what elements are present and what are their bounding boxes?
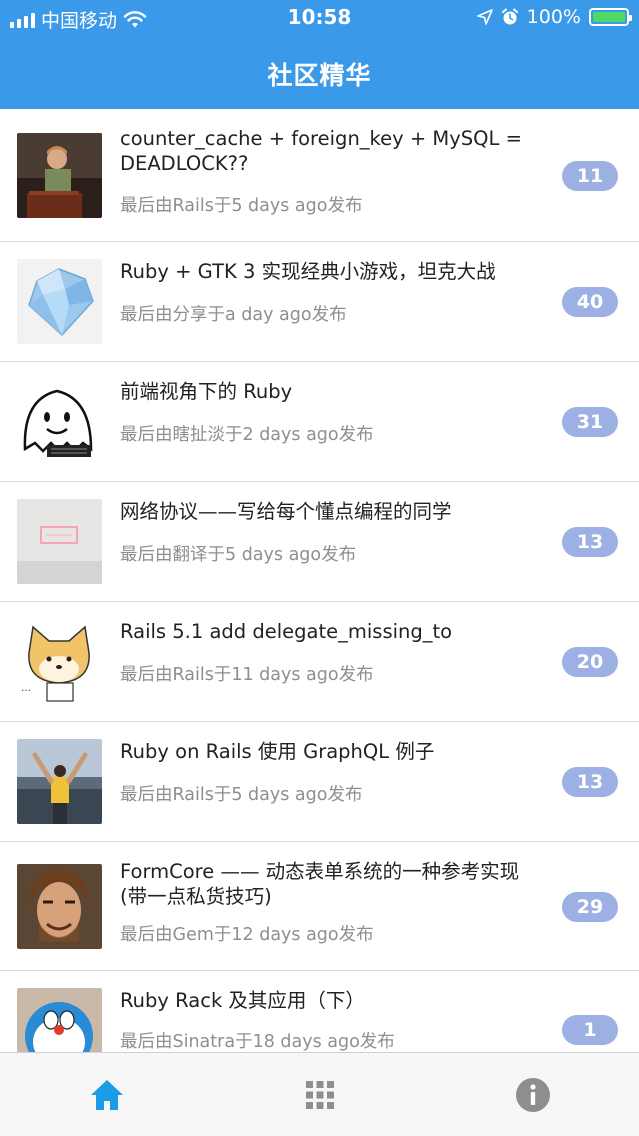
topic-row[interactable]: Ruby + GTK 3 实现经典小游戏，坦克大战 最后由分享于a day ag…	[0, 242, 639, 362]
topic-title[interactable]: counter_cache + foreign_key + MySQL = DE…	[120, 126, 545, 176]
topic-meta: 最后由分享于a day ago发布	[120, 305, 347, 325]
speaker-photo-image	[17, 133, 102, 218]
reply-count-badge: 40	[562, 287, 618, 317]
tab-bar	[0, 1052, 639, 1136]
page-title: 社区精华	[267, 61, 372, 90]
info-icon	[515, 1078, 550, 1112]
painted-portrait-image	[17, 864, 102, 949]
tab-home[interactable]	[0, 1053, 213, 1136]
avatar[interactable]	[17, 133, 102, 218]
topic-title[interactable]: Ruby Rack 及其应用（下）	[120, 988, 545, 1013]
doraemon-image	[17, 988, 102, 1052]
reply-count-badge: 20	[562, 647, 618, 677]
reply-count-badge: 1	[562, 1015, 618, 1045]
status-bar: 中国移动 10:58 100%	[0, 0, 639, 36]
topic-meta: 最后由Sinatra于18 days ago发布	[120, 1032, 395, 1052]
reply-count-badge: 31	[562, 407, 618, 437]
battery-percent: 100%	[526, 6, 581, 28]
avatar[interactable]	[17, 739, 102, 824]
svg-text:…: …	[21, 683, 31, 694]
topic-list[interactable]: counter_cache + foreign_key + MySQL = DE…	[0, 109, 639, 1052]
shiba-doge-image: …	[17, 619, 102, 704]
topic-title[interactable]: 网络协议——写给每个懂点编程的同学	[120, 499, 545, 524]
avatar[interactable]	[17, 379, 102, 464]
topic-row[interactable]: … Rails 5.1 add delegate_missing_to 最后由R…	[0, 602, 639, 722]
ghost-drawing-image	[17, 379, 102, 464]
reply-count-badge: 13	[562, 767, 618, 797]
ruby-gem-image	[17, 259, 102, 344]
topic-title[interactable]: Rails 5.1 add delegate_missing_to	[120, 619, 545, 644]
topic-meta: 最后由Rails于11 days ago发布	[120, 665, 374, 685]
status-right: 100%	[476, 6, 632, 28]
alarm-icon	[501, 8, 518, 25]
tab-about[interactable]	[426, 1053, 639, 1136]
avatar[interactable]	[17, 259, 102, 344]
reply-count-badge: 11	[562, 161, 618, 191]
topic-meta: 最后由翻译于5 days ago发布	[120, 545, 357, 565]
header: 中国移动 10:58 100% 社区精华	[0, 0, 639, 109]
home-icon	[90, 1080, 123, 1110]
topic-row[interactable]: FormCore —— 动态表单系统的一种参考实现 (带一点私货技巧) 最后由G…	[0, 842, 639, 971]
avatar[interactable]	[17, 499, 102, 584]
topic-row[interactable]: 前端视角下的 Ruby 最后由瞎扯淡于2 days ago发布 31	[0, 362, 639, 482]
avatar[interactable]	[17, 988, 102, 1052]
topic-title[interactable]: FormCore —— 动态表单系统的一种参考实现 (带一点私货技巧)	[120, 859, 545, 909]
avatar[interactable]	[17, 864, 102, 949]
topic-title[interactable]: Ruby on Rails 使用 GraphQL 例子	[120, 739, 545, 764]
reply-count-badge: 29	[562, 892, 618, 922]
battery-icon	[589, 8, 632, 26]
topic-row[interactable]: Ruby on Rails 使用 GraphQL 例子 最后由Rails于5 d…	[0, 722, 639, 842]
topic-row[interactable]: Ruby Rack 及其应用（下） 最后由Sinatra于18 days ago…	[0, 971, 639, 1052]
avatar[interactable]: …	[17, 619, 102, 704]
grid-icon	[305, 1081, 334, 1109]
topic-meta: 最后由瞎扯淡于2 days ago发布	[120, 425, 374, 445]
topic-row[interactable]: 网络协议——写给每个懂点编程的同学 最后由翻译于5 days ago发布 13	[0, 482, 639, 602]
tab-nodes[interactable]	[213, 1053, 426, 1136]
topic-title[interactable]: Ruby + GTK 3 实现经典小游戏，坦克大战	[120, 259, 545, 284]
topic-meta: 最后由Rails于5 days ago发布	[120, 196, 363, 216]
topic-meta: 最后由Gem于12 days ago发布	[120, 925, 374, 945]
location-arrow-icon	[476, 9, 493, 25]
topic-meta: 最后由Rails于5 days ago发布	[120, 785, 363, 805]
reply-count-badge: 13	[562, 527, 618, 557]
person-lake-image	[17, 739, 102, 824]
topic-row[interactable]: counter_cache + foreign_key + MySQL = DE…	[0, 109, 639, 242]
topic-title[interactable]: 前端视角下的 Ruby	[120, 379, 545, 404]
neon-sign-image	[17, 499, 102, 584]
